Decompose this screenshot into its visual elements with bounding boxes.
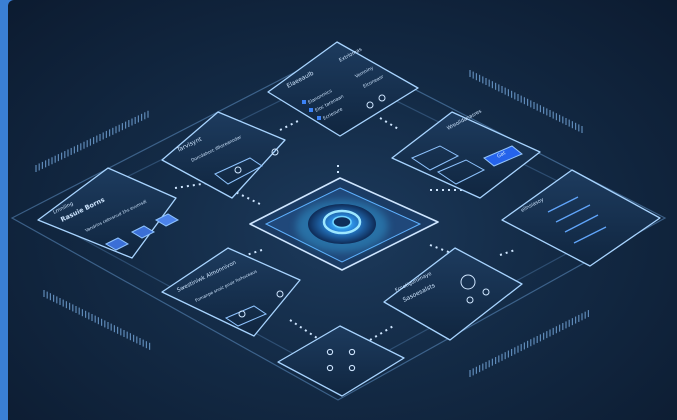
list-bullet xyxy=(302,100,306,104)
panel-lower-right[interactable]: Fccotiguroinaye Sasoesalsts xyxy=(383,247,523,341)
panel-bottom[interactable] xyxy=(277,325,405,397)
panel-left-upper[interactable]: Tarvisynt Dorcdahorc illhsreanodar xyxy=(161,111,286,199)
panel-lower-left[interactable]: Swestiniwk Almonnivon Fomanpe snoic pnoi… xyxy=(161,247,301,337)
panel-right-upper[interactable]: Wreolldanasres Gat xyxy=(391,108,541,199)
list-bullet xyxy=(309,108,313,112)
isometric-dashboard-illustration: Elaeeaulb Extrlomas Elanonmics Eloc taro… xyxy=(8,0,677,420)
list-bullet xyxy=(317,116,321,120)
panel-right[interactable]: ellnsiasoy xyxy=(501,169,661,267)
panel-top[interactable]: Elaeeaulb Extrlomas Elanonmics Eloc taro… xyxy=(267,41,419,137)
center-core[interactable] xyxy=(249,177,439,271)
